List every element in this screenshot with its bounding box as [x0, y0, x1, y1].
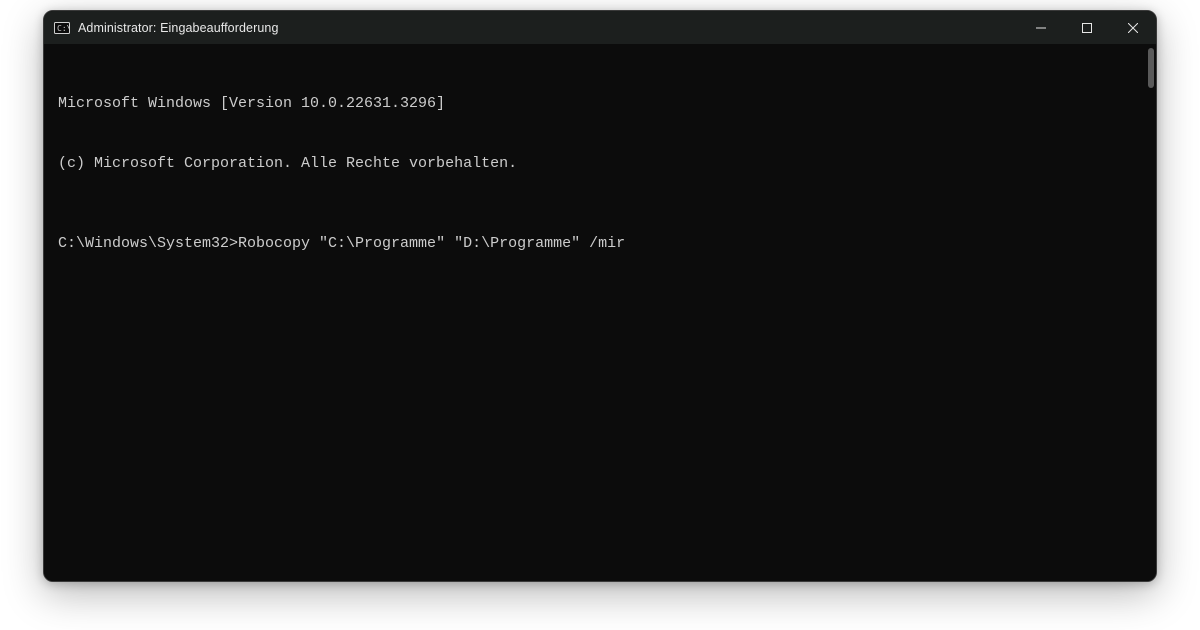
minimize-button[interactable] — [1018, 11, 1064, 44]
scrollbar-track[interactable] — [1144, 44, 1156, 581]
window-title: Administrator: Eingabeaufforderung — [78, 21, 279, 35]
svg-text:C:\: C:\ — [57, 24, 70, 33]
terminal-body[interactable]: Microsoft Windows [Version 10.0.22631.32… — [44, 44, 1156, 581]
command-text: Robocopy "C:\Programme" "D:\Programme" /… — [238, 235, 625, 252]
cmd-icon: C:\ — [54, 20, 70, 36]
terminal-output-line: (c) Microsoft Corporation. Alle Rechte v… — [58, 154, 1142, 174]
terminal-prompt-line: C:\Windows\System32>Robocopy "C:\Program… — [58, 234, 1142, 254]
prompt-path: C:\Windows\System32> — [58, 235, 238, 252]
terminal-output-line: Microsoft Windows [Version 10.0.22631.32… — [58, 94, 1142, 114]
window-controls — [1018, 11, 1156, 44]
titlebar[interactable]: C:\ Administrator: Eingabeaufforderung — [44, 11, 1156, 44]
scrollbar-thumb[interactable] — [1148, 48, 1154, 88]
maximize-button[interactable] — [1064, 11, 1110, 44]
command-prompt-window: C:\ Administrator: Eingabeaufforderung M… — [43, 10, 1157, 582]
close-button[interactable] — [1110, 11, 1156, 44]
